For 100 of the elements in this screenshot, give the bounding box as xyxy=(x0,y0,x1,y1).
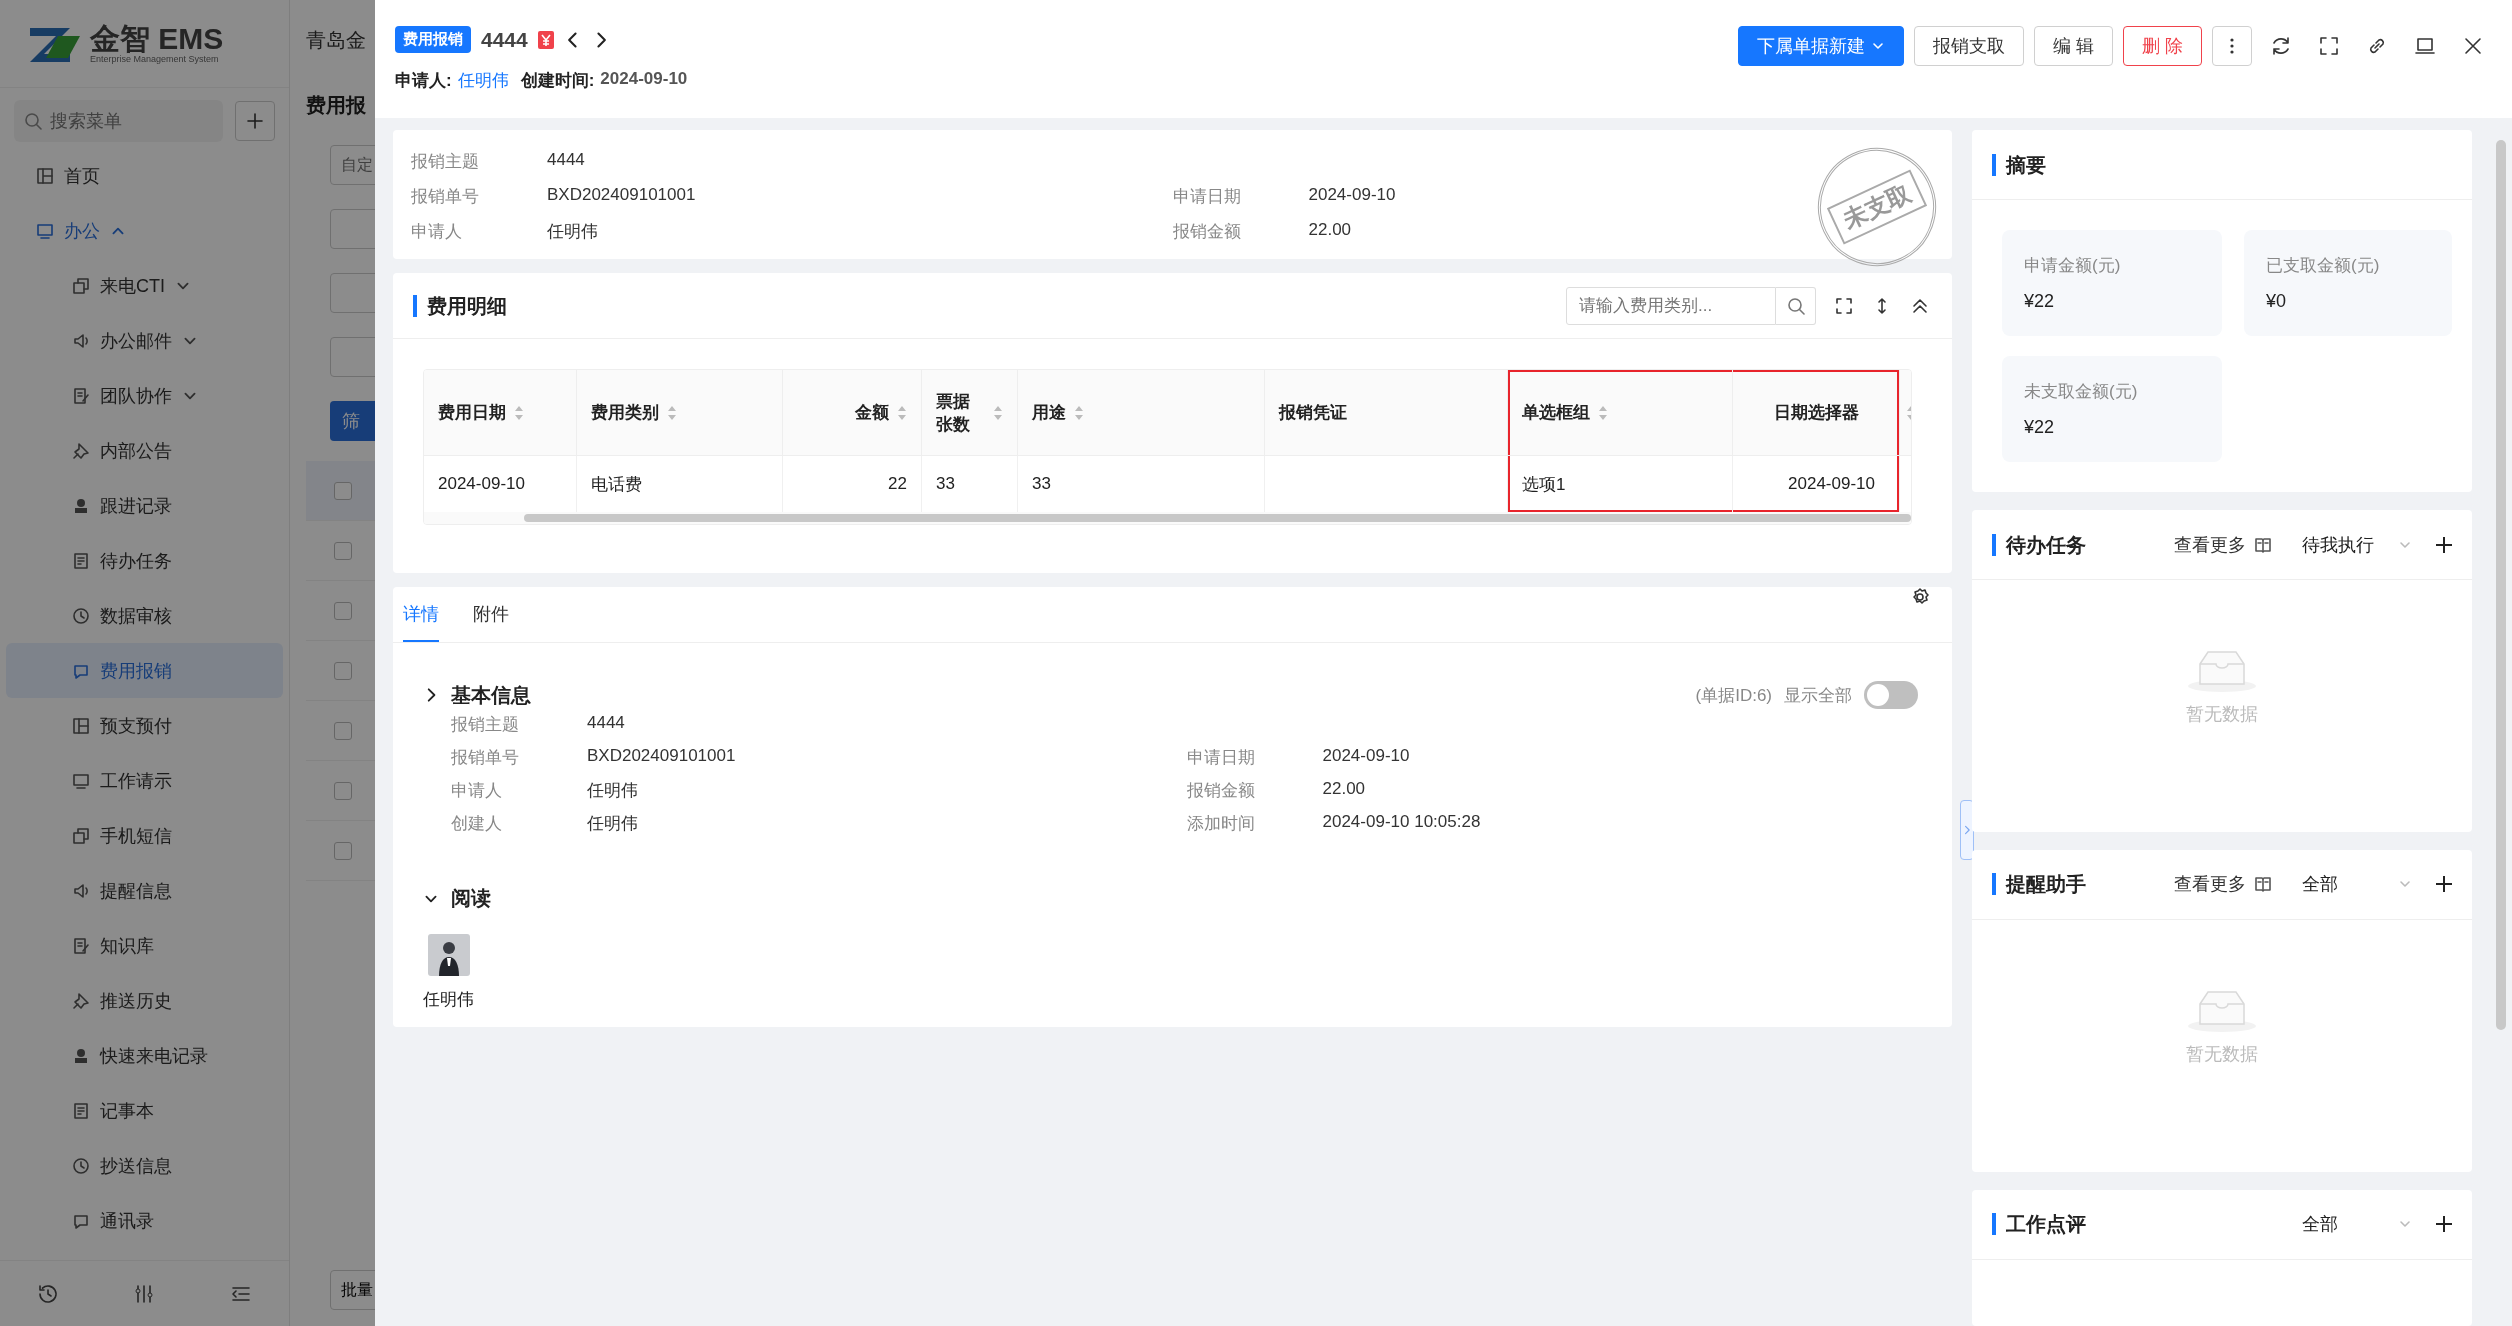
menu-item[interactable]: 提醒信息 xyxy=(6,863,283,918)
logo-name: 金智 EMS xyxy=(90,23,224,54)
stat-value: ¥22 xyxy=(2024,417,2056,438)
field-value: 2024-09-10 xyxy=(1322,746,1410,767)
action-button[interactable]: 删 除 xyxy=(2123,26,2202,66)
field-label: 创建人 xyxy=(451,813,503,835)
field-value: 2024-09-10 xyxy=(1308,185,1396,206)
menu-item[interactable]: 费用报销 xyxy=(6,643,283,698)
action-button[interactable]: 下属单据新建 xyxy=(1737,26,1904,66)
stamp-text: 未支取 xyxy=(1826,169,1928,245)
field-value: 任明伟 xyxy=(587,813,638,835)
view-more-link[interactable]: 查看更多 xyxy=(2174,872,2272,897)
table-cell: 2024-09-10 xyxy=(438,474,525,494)
field-value: 任明伟 xyxy=(587,780,638,802)
field-value: 任明伟 xyxy=(547,221,598,243)
document-id: (单据ID:6) xyxy=(1695,684,1772,707)
menu-item[interactable]: 快速来电记录 xyxy=(6,1028,283,1083)
menu-item[interactable]: 来电CTI xyxy=(6,258,283,313)
menu-item[interactable]: 内部公告 xyxy=(6,423,283,478)
field-label: 申请人 xyxy=(411,221,463,243)
field-label: 申请日期 xyxy=(1186,747,1256,769)
menu-item[interactable]: 数据审核 xyxy=(6,588,283,643)
field-value: BXD202409101001 xyxy=(547,185,696,206)
section-title: 基本信息 xyxy=(451,682,531,708)
field-label: 添加时间 xyxy=(1186,813,1256,835)
stat-label: 申请金额(元) xyxy=(2024,255,2122,277)
toggle-label: 显示全部 xyxy=(1784,684,1852,707)
column-header[interactable]: 单选框组 xyxy=(1508,370,1733,456)
section-title: 费用明细 xyxy=(413,294,507,317)
section-title: 摘要 xyxy=(1992,153,2046,176)
menu-item[interactable]: 办公邮件 xyxy=(6,313,283,368)
search-field[interactable]: 搜索菜单 xyxy=(14,100,223,142)
table-cell: 33 xyxy=(936,474,955,494)
page-title: 费用报 xyxy=(306,93,366,118)
field-value: 22.00 xyxy=(1308,220,1352,241)
table-cell: 33 xyxy=(1032,474,1051,494)
field-label: 报销主题 xyxy=(451,714,520,736)
meta-label: 申请人: xyxy=(395,70,452,92)
field-label: 报销单号 xyxy=(451,747,520,769)
menu-item[interactable]: 记事本 xyxy=(6,1083,283,1138)
column-header[interactable]: 金额 xyxy=(783,370,922,456)
view-more-link[interactable]: 查看更多 xyxy=(2174,532,2272,557)
action-button[interactable]: 报销支取 xyxy=(1913,26,2024,66)
menu-item[interactable]: 首页 xyxy=(6,148,283,203)
column-header[interactable]: 日期选择器 xyxy=(1733,370,1900,456)
empty-message: 暂无数据 xyxy=(2186,703,2258,726)
menu-item[interactable]: 手机短信 xyxy=(6,808,283,863)
stat-value: ¥22 xyxy=(2024,291,2056,312)
menu-item[interactable]: 抄送信息 xyxy=(6,1138,283,1193)
field-label: 申请人 xyxy=(451,780,503,802)
meta-label: 创建时间: xyxy=(520,70,595,92)
table-cell-text: 选项1 xyxy=(1522,473,1566,496)
column-header[interactable]: 用途 xyxy=(1018,370,1265,456)
menu-item[interactable]: 办公 xyxy=(6,203,283,258)
action-button[interactable]: 编 辑 xyxy=(2033,26,2113,66)
menu-item[interactable]: 知识库 xyxy=(6,918,283,973)
filter-select[interactable]: 全部 xyxy=(2302,872,2412,897)
tab[interactable]: 附件 xyxy=(473,587,509,642)
stat-value: ¥0 xyxy=(2266,291,2288,312)
menu-item[interactable]: 工作请示 xyxy=(6,753,283,808)
field-value: 2024-09-10 10:05:28 xyxy=(1322,812,1481,833)
table-cell: 22 xyxy=(888,474,907,494)
record-title: 4444 xyxy=(481,27,528,52)
menu-item[interactable]: 待办任务 xyxy=(6,533,283,588)
column-header[interactable]: 票据张数 xyxy=(922,370,1018,456)
company-title: 青岛金 xyxy=(306,27,366,53)
table-cell: 2024-09-10 xyxy=(1788,474,1875,494)
table-cell-text: 电话费 xyxy=(591,473,642,496)
meta-value: 2024-09-10 xyxy=(600,69,688,90)
person-name: 任明伟 xyxy=(423,989,474,1011)
tab[interactable]: 详情 xyxy=(403,587,439,642)
field-value: 4444 xyxy=(587,713,625,734)
field-value: 4444 xyxy=(547,150,585,171)
menu-item[interactable]: 跟进记录 xyxy=(6,478,283,533)
filter-select[interactable]: 待我执行 xyxy=(2302,532,2412,557)
field-label: 报销单号 xyxy=(411,186,480,208)
field-value: BXD202409101001 xyxy=(587,746,736,767)
column-header[interactable]: 费用日期 xyxy=(424,370,577,456)
filter-select[interactable]: 全部 xyxy=(2302,1212,2412,1236)
section-title: 阅读 xyxy=(451,886,491,911)
stat-label: 已支取金额(元) xyxy=(2266,255,2381,277)
menu-item[interactable]: 推送历史 xyxy=(6,973,283,1028)
field-label: 报销金额 xyxy=(1186,780,1256,802)
field-label: 申请日期 xyxy=(1172,186,1242,208)
section-title: 待办任务 xyxy=(1992,533,2086,556)
type-tag: 费用报销 xyxy=(395,26,471,53)
section-title: 工作点评 xyxy=(1992,1213,2086,1235)
menu-item[interactable]: 团队协作 xyxy=(6,368,283,423)
logo-subtitle: Enterprise Management System xyxy=(90,53,220,64)
menu-item[interactable]: 预支预付 xyxy=(6,698,283,753)
user-link[interactable]: 任明伟 xyxy=(457,69,509,92)
field-label: 报销主题 xyxy=(411,151,480,173)
field-value: 22.00 xyxy=(1322,779,1366,800)
field-label: 报销金额 xyxy=(1172,221,1242,243)
column-header[interactable]: 报销凭证 xyxy=(1265,370,1508,456)
menu-item[interactable]: 通讯录 xyxy=(6,1193,283,1248)
section-title: 提醒助手 xyxy=(1992,873,2086,896)
search-field[interactable]: 请输入费用类别... xyxy=(1566,286,1776,325)
stat-label: 未支取金额(元) xyxy=(2024,381,2139,403)
column-header[interactable]: 费用类别 xyxy=(577,370,783,456)
